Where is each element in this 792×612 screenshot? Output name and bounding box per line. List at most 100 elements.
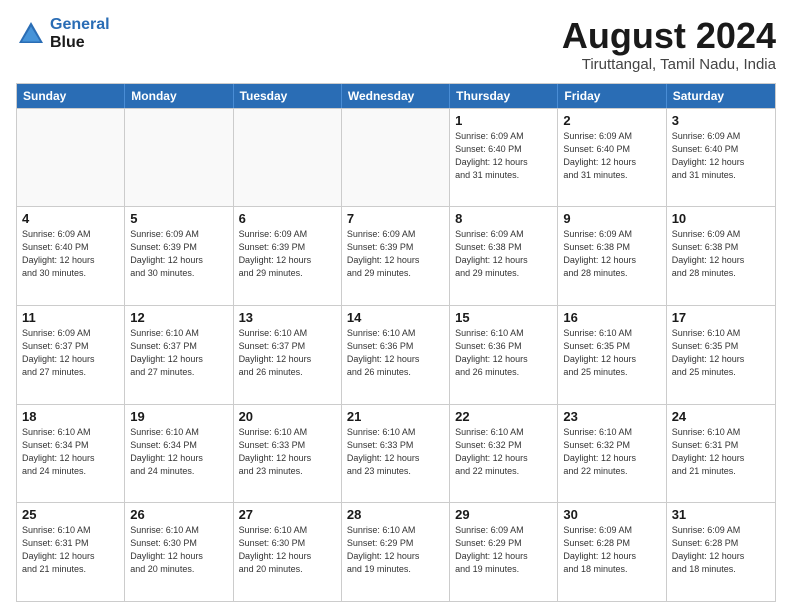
calendar-header-cell: Thursday: [450, 84, 558, 108]
calendar-cell: [342, 109, 450, 207]
calendar-header-cell: Friday: [558, 84, 666, 108]
calendar-cell: 4 Sunrise: 6:09 AM Sunset: 6:40 PM Daylig…: [17, 207, 125, 305]
calendar-cell: 6 Sunrise: 6:09 AM Sunset: 6:39 PM Daylig…: [234, 207, 342, 305]
calendar-cell: 31 Sunrise: 6:09 AM Sunset: 6:28 PM Dayli…: [667, 503, 775, 601]
title-block: August 2024 Tiruttangal, Tamil Nadu, Ind…: [562, 16, 776, 73]
day-number: 22: [455, 409, 552, 424]
day-number: 28: [347, 507, 444, 522]
day-detail: Sunrise: 6:09 AM Sunset: 6:40 PM Dayligh…: [672, 130, 770, 182]
calendar-cell: 17 Sunrise: 6:10 AM Sunset: 6:35 PM Dayli…: [667, 306, 775, 404]
calendar-cell: 9Sunrise: 6:09 AM Sunset: 6:38 PM Daylig…: [558, 207, 666, 305]
calendar-row: 18Sunrise: 6:10 AM Sunset: 6:34 PM Dayli…: [17, 404, 775, 503]
calendar-cell: 27 Sunrise: 6:10 AM Sunset: 6:30 PM Dayli…: [234, 503, 342, 601]
logo-icon: [16, 19, 46, 49]
day-detail: Sunrise: 6:09 AM Sunset: 6:39 PM Dayligh…: [130, 228, 227, 280]
main-title: August 2024: [562, 16, 776, 56]
day-detail: Sunrise: 6:10 AM Sunset: 6:34 PM Dayligh…: [130, 426, 227, 478]
calendar-cell: 13 Sunrise: 6:10 AM Sunset: 6:37 PM Dayli…: [234, 306, 342, 404]
calendar: SundayMondayTuesdayWednesdayThursdayFrid…: [16, 83, 776, 602]
header: General Blue August 2024 Tiruttangal, Ta…: [16, 16, 776, 73]
day-detail: Sunrise: 6:10 AM Sunset: 6:31 PM Dayligh…: [672, 426, 770, 478]
subtitle: Tiruttangal, Tamil Nadu, India: [562, 56, 776, 73]
calendar-header-cell: Tuesday: [234, 84, 342, 108]
day-detail: Sunrise: 6:10 AM Sunset: 6:33 PM Dayligh…: [239, 426, 336, 478]
day-number: 30: [563, 507, 660, 522]
calendar-cell: 12 Sunrise: 6:10 AM Sunset: 6:37 PM Dayli…: [125, 306, 233, 404]
calendar-header-cell: Wednesday: [342, 84, 450, 108]
calendar-cell: 30Sunrise: 6:09 AM Sunset: 6:28 PM Dayli…: [558, 503, 666, 601]
day-detail: Sunrise: 6:09 AM Sunset: 6:40 PM Dayligh…: [455, 130, 552, 182]
day-detail: Sunrise: 6:10 AM Sunset: 6:30 PM Dayligh…: [239, 524, 336, 576]
day-number: 7: [347, 211, 444, 226]
day-number: 23: [563, 409, 660, 424]
day-number: 10: [672, 211, 770, 226]
calendar-header: SundayMondayTuesdayWednesdayThursdayFrid…: [17, 84, 775, 108]
day-number: 24: [672, 409, 770, 424]
day-number: 11: [22, 310, 119, 325]
day-number: 8: [455, 211, 552, 226]
day-number: 6: [239, 211, 336, 226]
calendar-row: 4 Sunrise: 6:09 AM Sunset: 6:40 PM Daylig…: [17, 206, 775, 305]
day-detail: Sunrise: 6:09 AM Sunset: 6:40 PM Dayligh…: [22, 228, 119, 280]
calendar-cell: 3 Sunrise: 6:09 AM Sunset: 6:40 PM Daylig…: [667, 109, 775, 207]
calendar-cell: 26Sunrise: 6:10 AM Sunset: 6:30 PM Dayli…: [125, 503, 233, 601]
calendar-cell: [234, 109, 342, 207]
calendar-body: 1 Sunrise: 6:09 AM Sunset: 6:40 PM Daylig…: [17, 108, 775, 601]
day-detail: Sunrise: 6:10 AM Sunset: 6:30 PM Dayligh…: [130, 524, 227, 576]
day-detail: Sunrise: 6:10 AM Sunset: 6:37 PM Dayligh…: [239, 327, 336, 379]
day-detail: Sunrise: 6:09 AM Sunset: 6:37 PM Dayligh…: [22, 327, 119, 379]
calendar-cell: 2 Sunrise: 6:09 AM Sunset: 6:40 PM Daylig…: [558, 109, 666, 207]
day-number: 3: [672, 113, 770, 128]
calendar-cell: 19 Sunrise: 6:10 AM Sunset: 6:34 PM Dayli…: [125, 405, 233, 503]
calendar-cell: 1 Sunrise: 6:09 AM Sunset: 6:40 PM Daylig…: [450, 109, 558, 207]
day-detail: Sunrise: 6:10 AM Sunset: 6:31 PM Dayligh…: [22, 524, 119, 576]
day-number: 25: [22, 507, 119, 522]
calendar-cell: 5 Sunrise: 6:09 AM Sunset: 6:39 PM Daylig…: [125, 207, 233, 305]
calendar-cell: 28 Sunrise: 6:10 AM Sunset: 6:29 PM Dayli…: [342, 503, 450, 601]
day-number: 31: [672, 507, 770, 522]
calendar-cell: 16 Sunrise: 6:10 AM Sunset: 6:35 PM Dayli…: [558, 306, 666, 404]
day-detail: Sunrise: 6:10 AM Sunset: 6:34 PM Dayligh…: [22, 426, 119, 478]
day-number: 13: [239, 310, 336, 325]
day-number: 17: [672, 310, 770, 325]
calendar-cell: 18Sunrise: 6:10 AM Sunset: 6:34 PM Dayli…: [17, 405, 125, 503]
calendar-header-cell: Sunday: [17, 84, 125, 108]
day-number: 2: [563, 113, 660, 128]
day-detail: Sunrise: 6:09 AM Sunset: 6:40 PM Dayligh…: [563, 130, 660, 182]
day-detail: Sunrise: 6:09 AM Sunset: 6:28 PM Dayligh…: [672, 524, 770, 576]
calendar-row: 11 Sunrise: 6:09 AM Sunset: 6:37 PM Dayli…: [17, 305, 775, 404]
day-number: 16: [563, 310, 660, 325]
logo-text: General Blue: [50, 16, 110, 51]
calendar-cell: 29 Sunrise: 6:09 AM Sunset: 6:29 PM Dayli…: [450, 503, 558, 601]
day-detail: Sunrise: 6:10 AM Sunset: 6:35 PM Dayligh…: [563, 327, 660, 379]
day-number: 29: [455, 507, 552, 522]
day-detail: Sunrise: 6:10 AM Sunset: 6:35 PM Dayligh…: [672, 327, 770, 379]
calendar-cell: 24 Sunrise: 6:10 AM Sunset: 6:31 PM Dayli…: [667, 405, 775, 503]
calendar-header-cell: Monday: [125, 84, 233, 108]
day-detail: Sunrise: 6:09 AM Sunset: 6:39 PM Dayligh…: [239, 228, 336, 280]
day-detail: Sunrise: 6:09 AM Sunset: 6:38 PM Dayligh…: [563, 228, 660, 280]
day-detail: Sunrise: 6:10 AM Sunset: 6:33 PM Dayligh…: [347, 426, 444, 478]
day-detail: Sunrise: 6:09 AM Sunset: 6:29 PM Dayligh…: [455, 524, 552, 576]
day-number: 5: [130, 211, 227, 226]
calendar-cell: 22Sunrise: 6:10 AM Sunset: 6:32 PM Dayli…: [450, 405, 558, 503]
day-number: 1: [455, 113, 552, 128]
day-number: 14: [347, 310, 444, 325]
day-detail: Sunrise: 6:10 AM Sunset: 6:29 PM Dayligh…: [347, 524, 444, 576]
calendar-cell: 15 Sunrise: 6:10 AM Sunset: 6:36 PM Dayli…: [450, 306, 558, 404]
day-number: 27: [239, 507, 336, 522]
day-number: 12: [130, 310, 227, 325]
day-number: 15: [455, 310, 552, 325]
calendar-cell: 23 Sunrise: 6:10 AM Sunset: 6:32 PM Dayli…: [558, 405, 666, 503]
day-number: 19: [130, 409, 227, 424]
day-detail: Sunrise: 6:09 AM Sunset: 6:39 PM Dayligh…: [347, 228, 444, 280]
calendar-cell: 10 Sunrise: 6:09 AM Sunset: 6:38 PM Dayli…: [667, 207, 775, 305]
calendar-cell: 20Sunrise: 6:10 AM Sunset: 6:33 PM Dayli…: [234, 405, 342, 503]
day-detail: Sunrise: 6:10 AM Sunset: 6:37 PM Dayligh…: [130, 327, 227, 379]
day-detail: Sunrise: 6:09 AM Sunset: 6:38 PM Dayligh…: [672, 228, 770, 280]
day-detail: Sunrise: 6:10 AM Sunset: 6:32 PM Dayligh…: [563, 426, 660, 478]
calendar-cell: 14Sunrise: 6:10 AM Sunset: 6:36 PM Dayli…: [342, 306, 450, 404]
calendar-cell: 7 Sunrise: 6:09 AM Sunset: 6:39 PM Daylig…: [342, 207, 450, 305]
day-detail: Sunrise: 6:10 AM Sunset: 6:36 PM Dayligh…: [455, 327, 552, 379]
day-number: 4: [22, 211, 119, 226]
